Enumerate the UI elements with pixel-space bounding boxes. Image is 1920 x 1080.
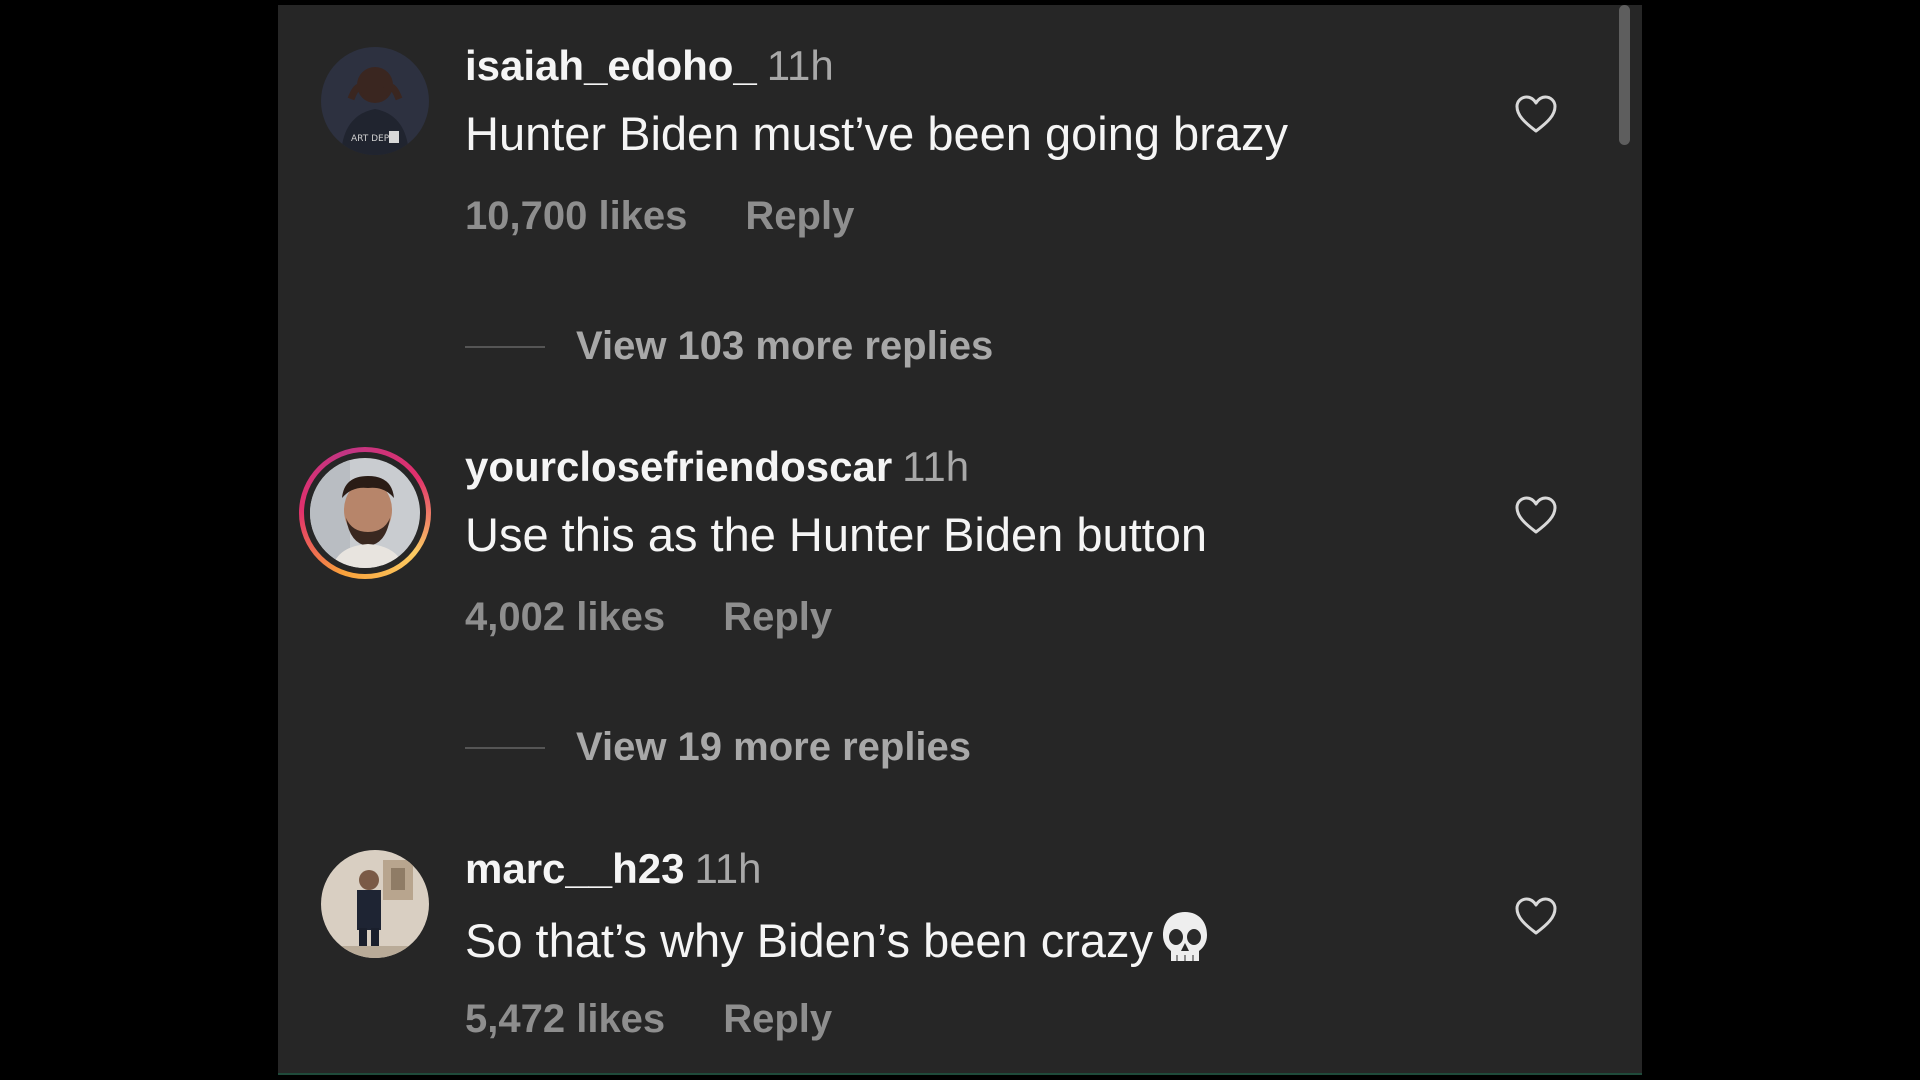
comment-timestamp: 11h bbox=[766, 42, 834, 89]
comment-text: So that’s why Biden’s been crazy bbox=[465, 909, 1211, 969]
heart-outline-icon[interactable] bbox=[1514, 94, 1558, 134]
heart-outline-icon[interactable] bbox=[1514, 896, 1558, 936]
heart-outline-icon[interactable] bbox=[1514, 495, 1558, 535]
reply-button[interactable]: Reply bbox=[745, 194, 854, 238]
like-count[interactable]: 10,700 likes bbox=[465, 194, 687, 238]
comment-timestamp: 11h bbox=[902, 443, 970, 490]
comments-panel: ART DEPT. isaiah_edoho_ 11h Hunter Biden … bbox=[278, 5, 1642, 1075]
comment-username[interactable]: yourclosefriendoscar bbox=[465, 443, 892, 490]
skull-emoji bbox=[1163, 912, 1207, 961]
like-count[interactable]: 5,472 likes bbox=[465, 997, 665, 1041]
reply-button[interactable]: Reply bbox=[723, 595, 832, 639]
avatar[interactable]: ART DEPT. bbox=[321, 47, 429, 155]
comment-username[interactable]: marc__h23 bbox=[465, 845, 685, 892]
avatar[interactable] bbox=[321, 850, 429, 958]
reply-button[interactable]: Reply bbox=[723, 997, 832, 1041]
scrollbar[interactable] bbox=[1619, 5, 1630, 145]
view-replies-label: View 103 more replies bbox=[576, 324, 994, 368]
like-count[interactable]: 4,002 likes bbox=[465, 595, 665, 639]
comment-text: Hunter Biden must’ve been going brazy bbox=[465, 107, 1288, 160]
replies-divider-line bbox=[465, 346, 545, 348]
avatar[interactable] bbox=[299, 447, 431, 579]
comment-text: Use this as the Hunter Biden button bbox=[465, 508, 1207, 561]
view-replies-label: View 19 more replies bbox=[576, 725, 972, 769]
comment-timestamp: 11h bbox=[694, 845, 762, 892]
replies-divider-line bbox=[465, 747, 545, 749]
comment-username[interactable]: isaiah_edoho_ bbox=[465, 42, 757, 89]
